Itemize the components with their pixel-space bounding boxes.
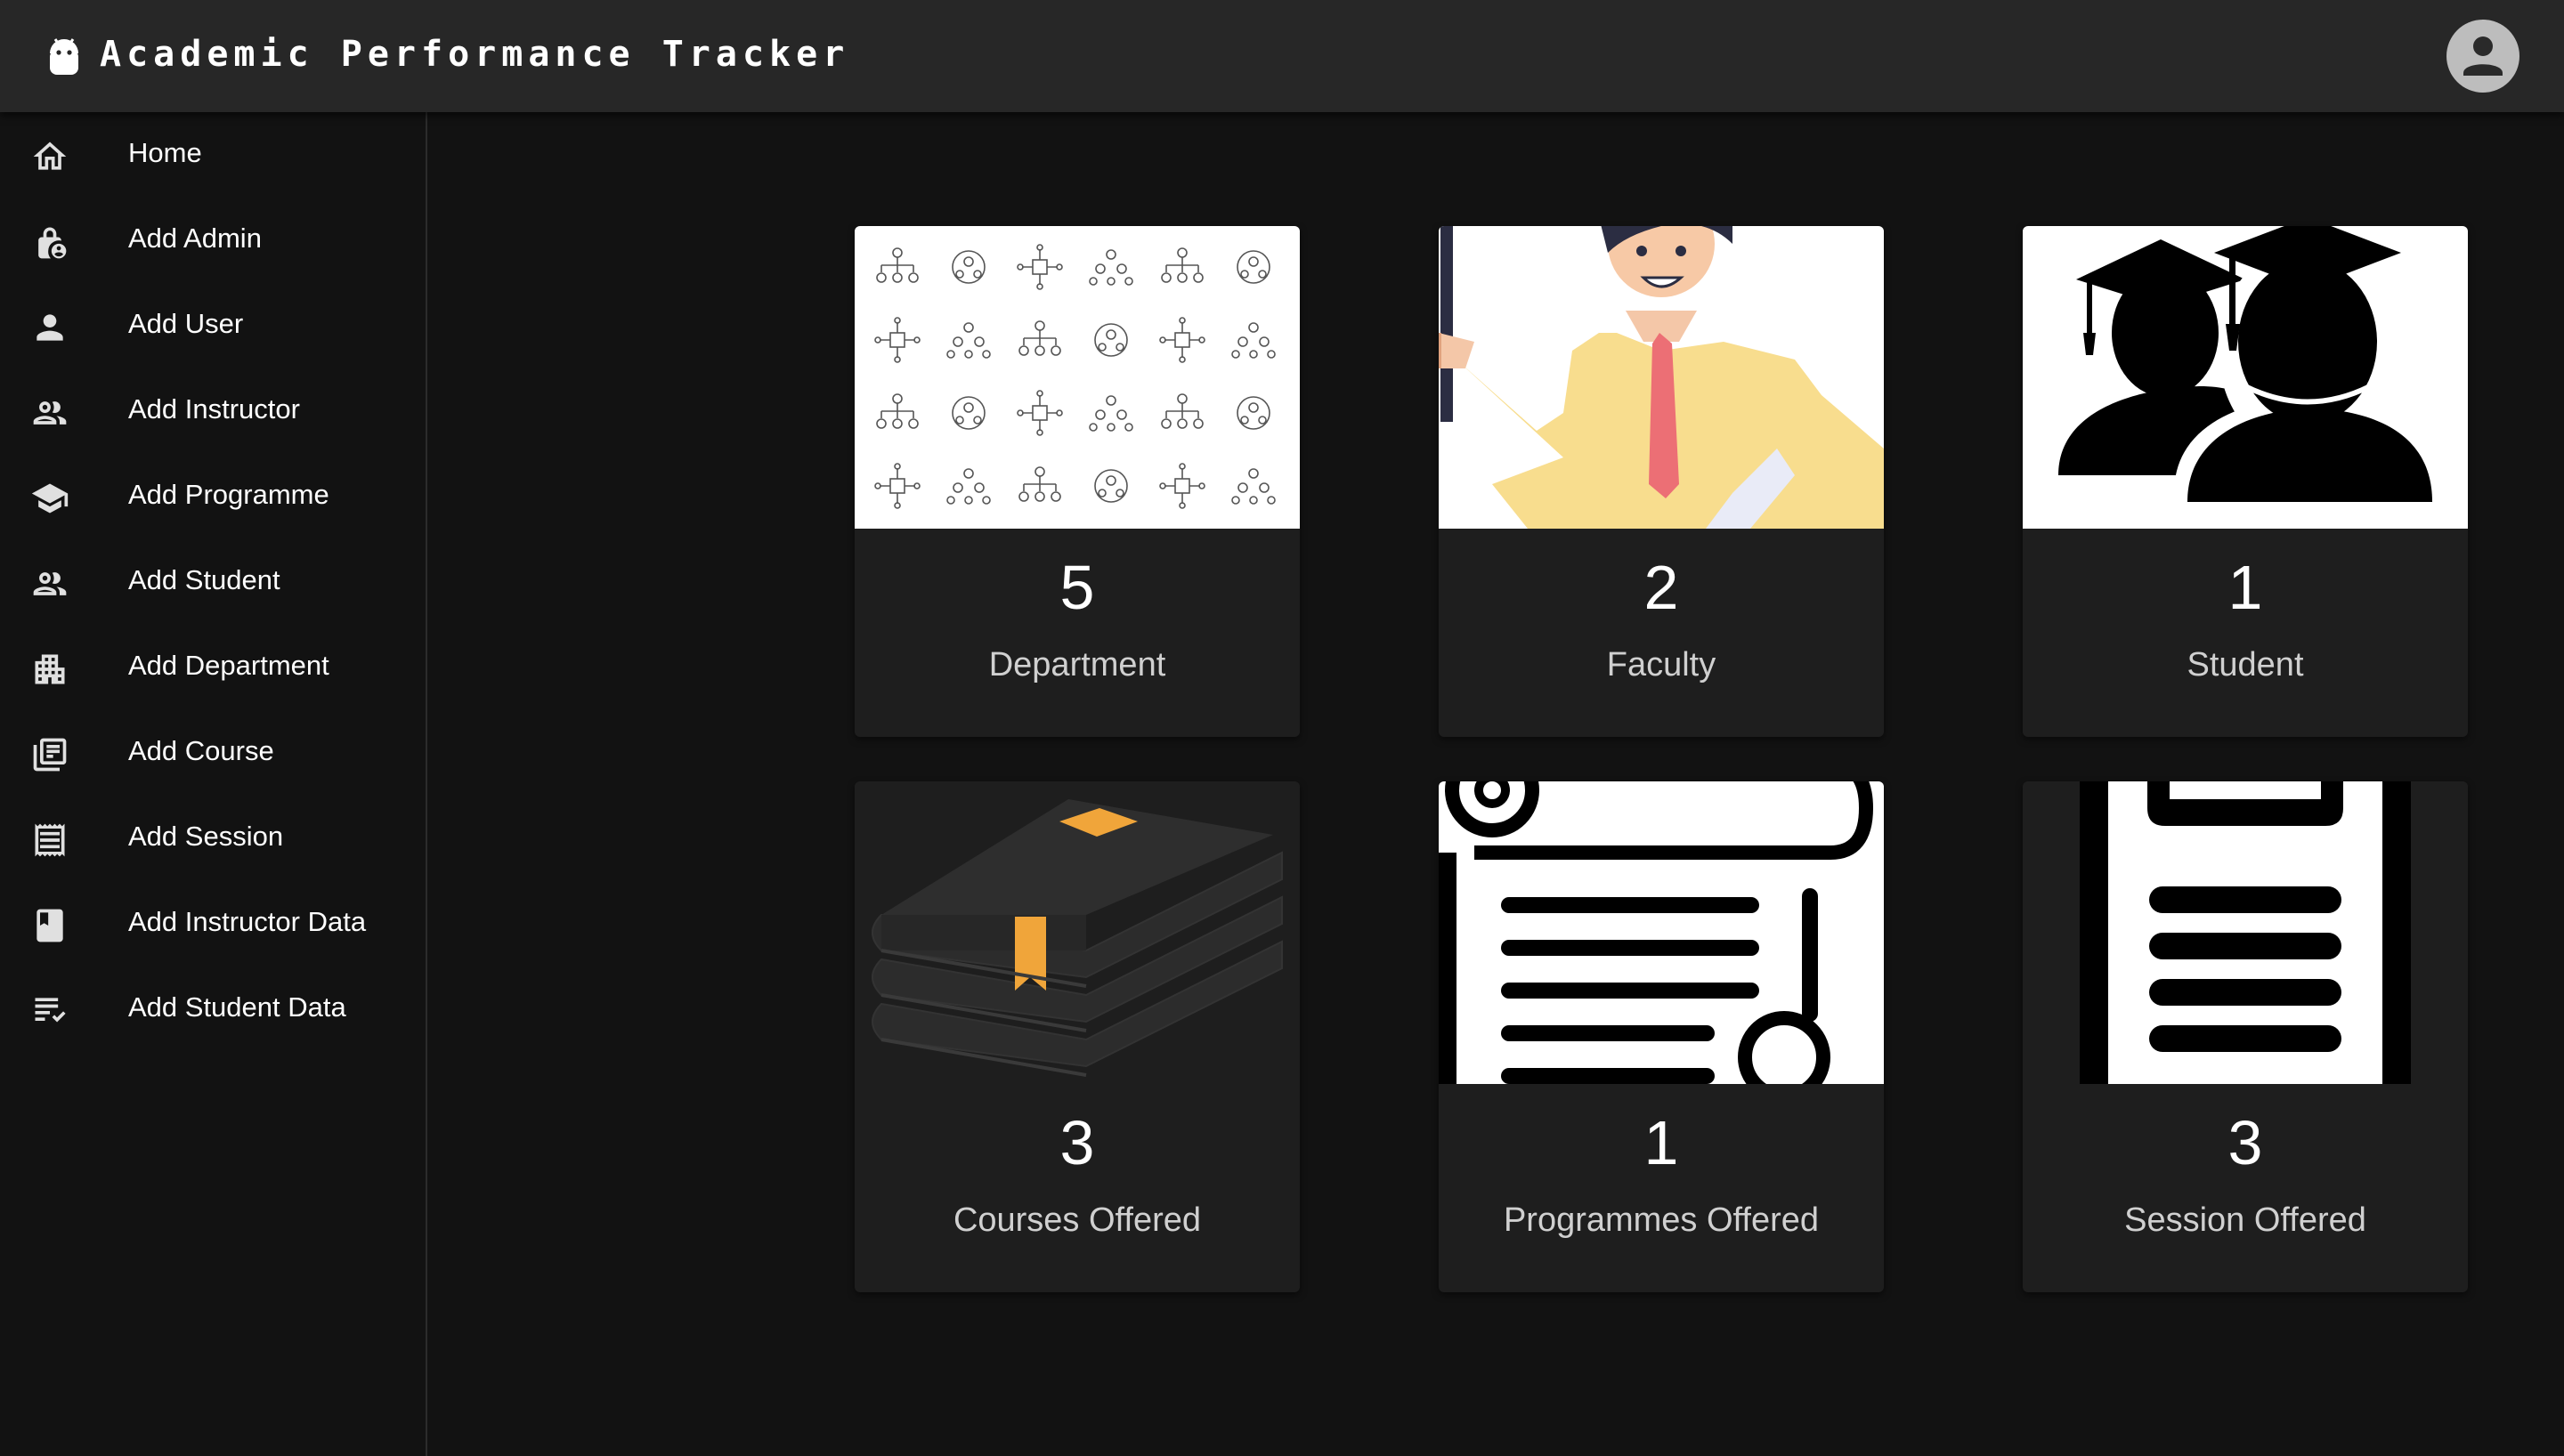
sidebar-item-label: Add Department [128,650,329,681]
programmes-offered-card[interactable]: 1 Programmes Offered [1439,781,1884,1292]
account-circle-icon [2463,36,2503,76]
app-title: Academic Performance Tracker [100,34,850,75]
receipt-icon [30,821,69,860]
home-icon [30,137,69,176]
sidebar-item-add-student-data[interactable]: Add Student Data [0,967,426,1052]
card-count: 3 [1059,1108,1095,1177]
admin-lock-icon [30,222,69,262]
sidebar-item-home[interactable]: Home [0,112,426,198]
card-label: Department [988,646,1166,684]
sidebar-item-add-admin[interactable]: Add Admin [0,198,426,283]
department-card[interactable]: 5 Department [855,226,1300,737]
sidebar-item-label: Add Student Data [128,991,346,1023]
sidebar-item-add-user[interactable]: Add User [0,283,426,368]
student-card[interactable]: 1 Student [2023,226,2468,737]
sidebar-item-add-instructor-data[interactable]: Add Instructor Data [0,881,426,967]
sidebar-item-label: Add Session [128,821,284,852]
card-count: 2 [1643,553,1679,622]
sidebar-item-add-session[interactable]: Add Session [0,796,426,881]
sidebar: Home Add Admin Add User Add Instructor A… [0,112,427,1456]
session-offered-card[interactable]: 3 Session Offered [2023,781,2468,1292]
account-button[interactable] [2446,20,2519,93]
department-image [855,226,1300,529]
student-image [2023,226,2468,529]
building-icon [30,650,69,689]
card-label: Student [2187,646,2304,684]
courses-image [855,781,1300,1084]
card-label: Session Offered [2124,1201,2366,1239]
card-label: Courses Offered [953,1201,1202,1239]
school-icon [30,479,69,518]
card-count: 1 [1643,1108,1679,1177]
card-count: 5 [1059,553,1095,622]
card-count: 1 [2227,553,2263,622]
sidebar-item-add-student[interactable]: Add Student [0,539,426,625]
sidebar-item-label: Add Admin [128,222,262,254]
sidebar-item-add-department[interactable]: Add Department [0,625,426,710]
session-image [2023,781,2468,1084]
sidebar-item-label: Add Student [128,564,280,595]
sidebar-item-label: Add User [128,308,244,339]
sidebar-item-label: Add Course [128,735,274,766]
card-label: Programmes Offered [1503,1201,1820,1239]
book-icon [30,906,69,945]
sidebar-item-label: Add Programme [128,479,329,510]
people-icon [30,564,69,603]
faculty-card[interactable]: 2 Faculty [1439,226,1884,737]
app-bar: Academic Performance Tracker [0,0,2564,112]
library-books-icon [30,735,69,774]
card-label: Faculty [1606,646,1716,684]
sidebar-item-label: Home [128,137,202,168]
android-icon [50,38,78,75]
sidebar-item-add-instructor[interactable]: Add Instructor [0,368,426,454]
faculty-image [1439,226,1884,529]
sidebar-item-add-programme[interactable]: Add Programme [0,454,426,539]
programmes-image [1439,781,1884,1084]
sidebar-item-add-course[interactable]: Add Course [0,710,426,796]
card-count: 3 [2227,1108,2263,1177]
checklist-icon [30,991,69,1031]
sidebar-item-label: Add Instructor Data [128,906,367,937]
courses-offered-card[interactable]: 3 Courses Offered [855,781,1300,1292]
sidebar-item-label: Add Instructor [128,393,300,425]
person-icon [30,308,69,347]
people-icon [30,393,69,433]
